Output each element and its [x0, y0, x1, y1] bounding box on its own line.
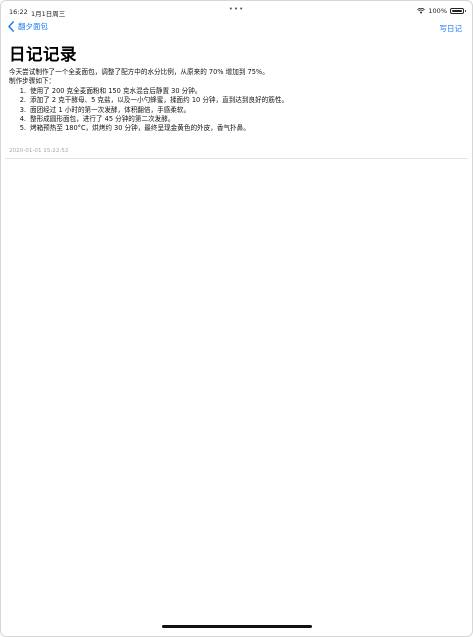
- battery-level: [452, 10, 462, 12]
- entry-timestamp: 2020-01-01 15:22:52: [9, 148, 69, 154]
- back-button[interactable]: 翻夕面包: [7, 21, 48, 32]
- write-diary-button[interactable]: 写日记: [440, 23, 463, 34]
- step-number: 1.: [19, 86, 26, 95]
- entry-intro: 今天尝试制作了一个全麦面包，调整了配方中的水分比例，从原来的 70% 增加到 7…: [9, 68, 269, 76]
- wifi-icon: [417, 8, 426, 14]
- page-title: 日记记录: [9, 45, 77, 64]
- step-number: 2.: [19, 96, 26, 105]
- app-window: 16:22 1月1日周三 ••• 100% 翻夕面包 写日记 日记记录 今天尝试…: [0, 0, 473, 637]
- home-indicator[interactable]: [161, 625, 312, 628]
- status-time: 16:22: [9, 8, 28, 16]
- step-text: 添加了 2 克干酵母、5 克盐，以及一小勺蜂蜜，揉面约 10 分钟，直到达到良好…: [30, 96, 289, 105]
- back-button-label: 翻夕面包: [18, 22, 48, 31]
- entry-divider: [5, 158, 468, 159]
- navigation-bar: 翻夕面包 写日记: [1, 21, 472, 37]
- step-number: 5.: [19, 124, 26, 133]
- list-item: 1. 使用了 200 克全麦面粉和 150 克水混合后静置 30 分钟。: [9, 87, 464, 96]
- step-text: 烤箱预热至 180°C，烘烤约 30 分钟，最终呈现金黄色的外皮，香气扑鼻。: [30, 124, 250, 133]
- step-number: 4.: [19, 115, 26, 124]
- step-number: 3.: [19, 105, 26, 114]
- battery-percent: 100%: [428, 7, 447, 15]
- status-right: 100%: [417, 7, 466, 15]
- list-item: 3. 面团经过 1 小时的第一次发酵，体积翻倍，手感柔软。: [9, 106, 464, 115]
- entry-steps-heading: 制作步骤如下：: [9, 77, 56, 86]
- step-text: 使用了 200 克全麦面粉和 150 克水混合后静置 30 分钟。: [30, 86, 202, 95]
- battery-icon: [450, 8, 466, 14]
- multitasking-dots-icon[interactable]: •••: [229, 5, 244, 13]
- chevron-left-icon: [8, 21, 15, 32]
- status-date: 1月1日周三: [31, 10, 66, 18]
- list-item: 2. 添加了 2 克干酵母、5 克盐，以及一小勺蜂蜜，揉面约 10 分钟，直到达…: [9, 96, 464, 105]
- diary-entry[interactable]: 今天尝试制作了一个全麦面包，调整了配方中的水分比例，从原来的 70% 增加到 7…: [9, 68, 464, 134]
- entry-steps-list: 1. 使用了 200 克全麦面粉和 150 克水混合后静置 30 分钟。 2. …: [9, 87, 464, 134]
- list-item: 5. 烤箱预热至 180°C，烘烤约 30 分钟，最终呈现金黄色的外皮，香气扑鼻…: [9, 124, 464, 133]
- status-bar: 16:22 1月1日周三 ••• 100%: [1, 1, 472, 19]
- step-text: 面团经过 1 小时的第一次发酵，体积翻倍，手感柔软。: [30, 105, 191, 114]
